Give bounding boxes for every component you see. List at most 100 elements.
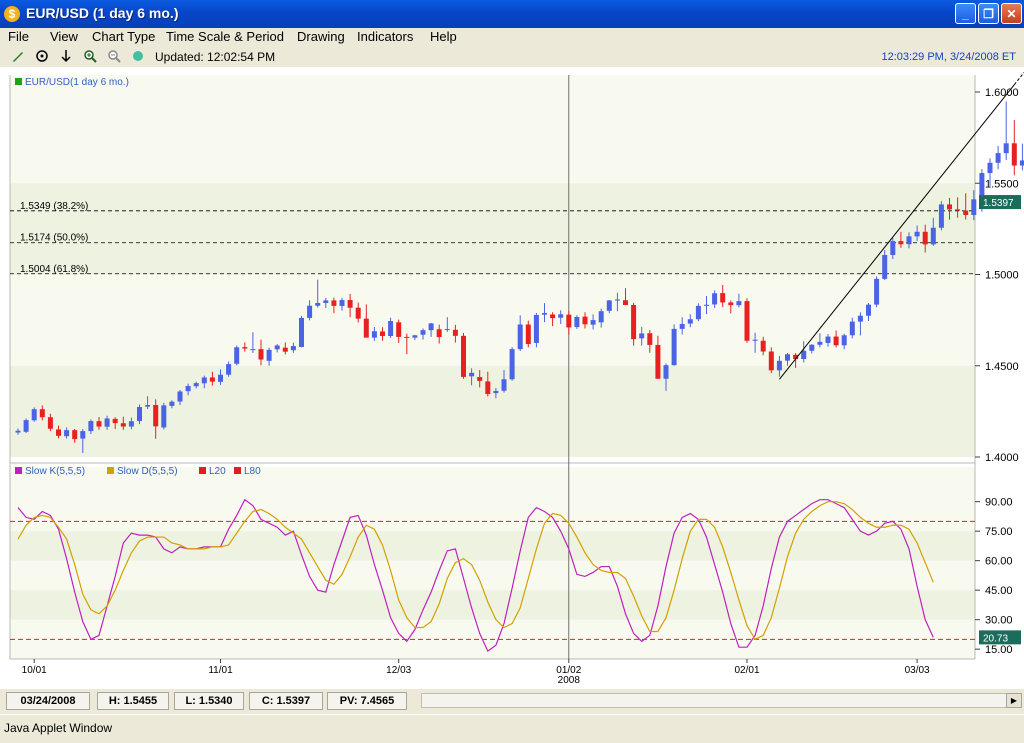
last-stochastic-value: 20.73 [983, 633, 1008, 644]
status-pv: PV: 7.4565 [327, 692, 407, 710]
candle-body [574, 317, 579, 327]
chart-area[interactable]: 1.5349 (38.2%)1.5174 (50.0%)1.5004 (61.8… [0, 67, 1024, 689]
menu-view[interactable]: View [50, 29, 78, 44]
candle-body [113, 419, 118, 423]
candle-body [477, 377, 482, 381]
maximize-button[interactable]: ❐ [978, 3, 999, 24]
candle-body [364, 319, 369, 338]
candle-body [834, 337, 839, 346]
candle-body [437, 329, 442, 337]
candle-body [558, 314, 563, 317]
stochastic-legend-swatch [234, 467, 241, 474]
applet-label: Java Applet Window [4, 721, 112, 735]
stochastic-axis-label: 30.00 [985, 615, 1013, 627]
price-legend-swatch [15, 78, 22, 85]
candle-body [331, 300, 336, 305]
candle-body [623, 300, 628, 305]
candle-body [429, 323, 434, 330]
menu-help[interactable]: Help [430, 29, 457, 44]
menu-file[interactable]: File [8, 29, 29, 44]
candle-body [696, 306, 701, 319]
scroll-right-arrow-icon[interactable]: ▶ [1006, 693, 1022, 708]
date-axis-label: 12/03 [386, 665, 411, 676]
candle-body [566, 315, 571, 328]
candle-body [728, 302, 733, 305]
crosshair-icon[interactable] [34, 49, 50, 65]
candle-body [372, 331, 377, 337]
candle-body [178, 391, 183, 401]
candle-body [218, 375, 223, 382]
price-axis-label: 1.4500 [985, 361, 1019, 373]
candle-body [299, 318, 304, 347]
candle-body [445, 329, 450, 330]
candle-body [688, 319, 693, 323]
candle-body [996, 153, 1001, 163]
zoom-in-icon[interactable] [82, 49, 98, 65]
candle-body [550, 314, 555, 318]
candle-body [939, 204, 944, 227]
candle-body [250, 349, 255, 350]
candle-body [761, 341, 766, 352]
candle-body [485, 381, 490, 394]
close-button[interactable]: ✕ [1001, 3, 1022, 24]
candle-body [24, 420, 29, 432]
candle-body [340, 300, 345, 306]
menu-drawing[interactable]: Drawing [297, 29, 345, 44]
candle-body [631, 305, 636, 339]
candle-body [785, 354, 790, 360]
price-axis-label: 1.5000 [985, 270, 1019, 282]
price-legend-label: EUR/USD(1 day 6 mo.) [25, 77, 129, 88]
price-axis-label: 1.6000 [985, 87, 1019, 99]
candle-body [890, 241, 895, 255]
candle-body [526, 325, 531, 345]
candle-body [80, 431, 85, 438]
minimize-button[interactable]: _ [955, 3, 976, 24]
candle-body [97, 421, 102, 426]
candle-body [283, 348, 288, 352]
candle-body [639, 333, 644, 338]
arrow-down-icon[interactable] [58, 49, 74, 65]
color-icon[interactable] [130, 49, 146, 65]
candle-body [874, 279, 879, 305]
menu-time-scale-period[interactable]: Time Scale & Period [166, 29, 284, 44]
candle-body [186, 386, 191, 391]
candle-body [866, 305, 871, 316]
fib-level-label: 1.5349 (38.2%) [20, 201, 88, 212]
candle-body [704, 305, 709, 306]
stochastic-legend-swatch [199, 467, 206, 474]
candle-body [947, 204, 952, 209]
candle-body [210, 377, 215, 381]
candle-body [769, 352, 774, 371]
stochastic-legend-label: Slow D(5,5,5) [117, 466, 178, 477]
pencil-icon[interactable] [10, 49, 26, 65]
candle-body [647, 333, 652, 345]
stochastic-axis-label: 15.00 [985, 644, 1013, 656]
candle-body [105, 418, 110, 426]
candle-body [323, 300, 328, 303]
zoom-out-icon[interactable] [106, 49, 122, 65]
candle-body [16, 431, 21, 433]
candle-body [826, 337, 831, 343]
candle-body [461, 336, 466, 377]
candle-body [226, 364, 231, 375]
candle-body [599, 311, 604, 322]
candle-body [145, 405, 150, 407]
candle-body [518, 325, 523, 350]
candle-body [898, 241, 903, 244]
candle-body [712, 293, 717, 304]
horizontal-scrollbar[interactable] [421, 693, 1007, 708]
stochastic-axis-label: 90.00 [985, 497, 1013, 509]
candle-body [315, 303, 320, 306]
status-close: C: 1.5397 [249, 692, 323, 710]
candle-body [453, 330, 458, 336]
candle-body [396, 322, 401, 337]
candle-body [858, 316, 863, 322]
candle-body [469, 373, 474, 376]
window-title: EUR/USD (1 day 6 mo.) [26, 5, 178, 21]
candle-body [493, 391, 498, 393]
menu-chart-type[interactable]: Chart Type [92, 29, 155, 44]
candle-body [882, 255, 887, 279]
menu-indicators[interactable]: Indicators [357, 29, 413, 44]
candle-body [672, 329, 677, 365]
stochastic-axis-label: 75.00 [985, 526, 1013, 538]
